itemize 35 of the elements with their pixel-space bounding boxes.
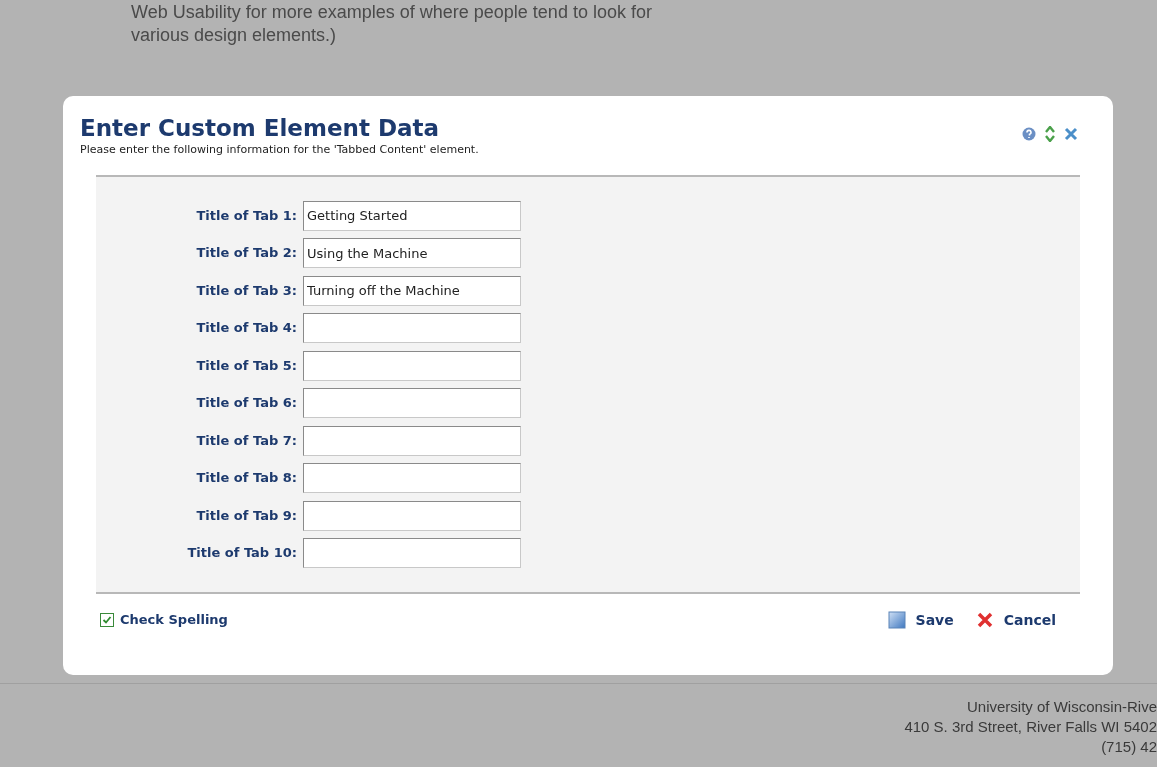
field-label: Title of Tab 8: <box>195 469 298 488</box>
tab-title-field[interactable] <box>303 388 521 418</box>
tab-title-field[interactable]: Turning off the Machine <box>303 275 521 306</box>
close-icon[interactable] <box>1064 127 1078 141</box>
footer-text: University of Wisconsin-Rive <box>966 697 1157 717</box>
cancel-icon <box>975 611 994 629</box>
tab-title-field[interactable] <box>303 500 521 531</box>
dialog-title: Enter Custom Element Data <box>80 114 440 142</box>
field-label: Title of Tab 3: <box>195 281 298 300</box>
tab-title-field[interactable]: Using the Machine <box>303 238 521 268</box>
field-label: Title of Tab 1: <box>195 206 298 225</box>
save-button[interactable]: Save <box>887 609 954 631</box>
help-icon[interactable] <box>1022 127 1036 141</box>
field-label: Title of Tab 9: <box>195 506 298 525</box>
field-label: Title of Tab 5: <box>195 356 298 375</box>
tab-title-field[interactable] <box>303 538 521 568</box>
tab-title-field[interactable] <box>303 350 521 381</box>
page-text: various design elements.) <box>131 24 338 47</box>
tab-title-field[interactable] <box>303 463 521 493</box>
field-label: Title of Tab 4: <box>195 319 298 338</box>
refresh-icon[interactable] <box>1044 126 1056 142</box>
footer-text: (715) 42 <box>1101 737 1157 757</box>
check-spelling-checkbox[interactable] <box>100 613 114 627</box>
tab-title-field[interactable]: Getting Started <box>303 200 521 231</box>
page-text: Web Usability for more examples of where people tend to look for <box>131 1 652 24</box>
check-spelling-label: Check Spelling <box>120 611 228 630</box>
cancel-button[interactable]: Cancel <box>975 609 1056 631</box>
tab-title-field[interactable] <box>303 313 521 343</box>
field-label: Title of Tab 10: <box>186 544 298 563</box>
field-label: Title of Tab 7: <box>195 431 298 450</box>
footer-text: 410 S. 3rd Street, River Falls WI 5402 <box>904 717 1157 737</box>
tab-title-field[interactable] <box>303 425 521 456</box>
dialog-subtitle: Please enter the following information for the 'Tabbed Content' element. <box>80 142 479 158</box>
field-label: Title of Tab 2: <box>195 244 298 263</box>
field-label: Title of Tab 6: <box>195 394 298 413</box>
